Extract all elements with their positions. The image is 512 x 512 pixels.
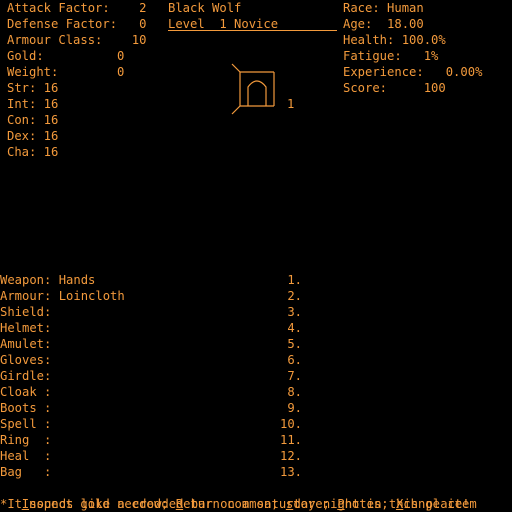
equipment-slot[interactable]: Shield:	[0, 304, 51, 320]
equipment-slot[interactable]: Helmet:	[0, 320, 51, 336]
doorway-icon[interactable]	[228, 62, 284, 118]
slot-number: 13.	[279, 465, 302, 479]
slot-number: 12.	[279, 449, 302, 463]
fatigue: Fatigue: 1%	[343, 49, 439, 63]
slot-number: 4.	[287, 321, 302, 335]
slot-number: 6.	[287, 353, 302, 367]
view-number: 1	[287, 97, 295, 111]
equipment-slot[interactable]: Girdle:	[0, 368, 51, 384]
stat-cha: Cha: 16	[7, 145, 59, 159]
equipment-slot[interactable]: Cloak :	[0, 384, 51, 400]
level-underline	[168, 30, 337, 31]
slot-number: 5.	[287, 337, 302, 351]
slot-number: 8.	[287, 385, 302, 399]
weight: Weight: 0	[7, 65, 125, 79]
stat-dex: Dex: 16	[7, 129, 59, 143]
slot-number: 2.	[287, 289, 302, 303]
slot-number: 7.	[287, 369, 302, 383]
attack-factor: Attack Factor: 2	[7, 1, 147, 15]
slot-number: 1.	[287, 273, 302, 287]
character-name: Black Wolf	[168, 1, 242, 15]
armour-class: Armour Class: 10	[7, 33, 147, 47]
status-message: *It sounds like a crowded bar on a satur…	[0, 497, 470, 511]
stat-con: Con: 16	[7, 113, 59, 127]
defense-factor: Defense Factor: 0	[7, 17, 147, 31]
equipment-slot[interactable]: Ring :	[0, 432, 51, 448]
experience: Experience: 0.00%	[343, 65, 483, 79]
slot-number: 10.	[279, 417, 302, 431]
equipment-slot[interactable]: Amulet:	[0, 336, 51, 352]
health: Health: 100.0%	[343, 33, 446, 47]
equipment-slot[interactable]: Heal :	[0, 448, 51, 464]
stat-int: Int: 16	[7, 97, 59, 111]
equipment-slot[interactable]: Armour: Loincloth	[0, 288, 125, 304]
equipment-slot[interactable]: Boots :	[0, 400, 51, 416]
slot-number: 11.	[279, 433, 302, 447]
slot-number: 9.	[287, 401, 302, 415]
equipment-slot[interactable]: Weapon: Hands	[0, 272, 95, 288]
gold: Gold: 0	[7, 49, 125, 63]
stat-str: Str: 16	[7, 81, 59, 95]
equipment-slot[interactable]: Gloves:	[0, 352, 51, 368]
slot-number: 3.	[287, 305, 302, 319]
age: Age: 18.00	[343, 17, 424, 31]
race: Race: Human	[343, 1, 424, 15]
score: Score: 100	[343, 81, 446, 95]
equipment-slot[interactable]: Bag :	[0, 464, 51, 480]
equipment-slot[interactable]: Spell :	[0, 416, 51, 432]
